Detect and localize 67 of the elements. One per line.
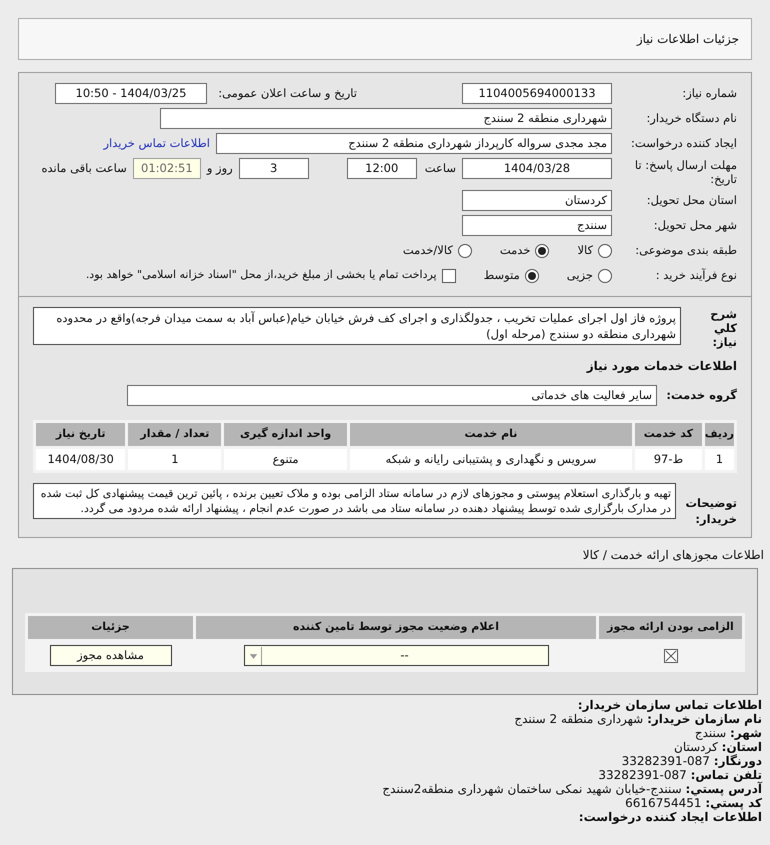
radio-button[interactable] bbox=[524, 268, 539, 282]
input-field[interactable]: 12:00 bbox=[346, 158, 417, 179]
option-label: خدمت bbox=[500, 242, 530, 259]
input-field[interactable]: 1404/03/25 - 10:50 bbox=[55, 83, 207, 104]
field-label: شهر محل تحویل: bbox=[652, 216, 737, 234]
radio-button[interactable] bbox=[535, 244, 550, 258]
column-header: ردیف bbox=[703, 422, 736, 448]
input-field[interactable]: کردستان bbox=[462, 190, 612, 211]
field-label: نام دستگاه خریدار: bbox=[645, 110, 737, 127]
field-label: ساعت باقی مانده bbox=[42, 160, 127, 177]
radio-button[interactable] bbox=[598, 268, 612, 282]
radio-button[interactable] bbox=[598, 244, 612, 258]
notes-text: تهیه و بارگذاری استعلام پیوستی و مجوزهای لازم در سامانه ستاد الزامی بوده و ملاک تعیین برنده ، پائین ترین قیمت پیشنهادی کل ثبت شده در مدارک بارگزاری شده توسط پیشنهاد دهنده در سامانه ستاد می باشد در صورت عدم انجام ، پیشنهاد ارائه شده مردود می گردد. bbox=[33, 483, 676, 519]
field-label: مهلت ارسال پاسخ: تا تاریخ: bbox=[634, 158, 737, 186]
column-header: الزامی بودن ارائه مجوز bbox=[598, 614, 744, 640]
table-cell: 1 bbox=[703, 448, 736, 472]
section-heading: اطلاعات خدمات مورد نیاز bbox=[585, 358, 737, 375]
column-header: واحد اندازه گیری bbox=[222, 422, 348, 448]
table-cell: متنوع bbox=[222, 448, 348, 472]
contact-line: اطلاعات تماس سازمان خریدار: bbox=[576, 698, 762, 712]
contact-line: آدرس پستي: سنندج-خیابان شهید نمکی ساختمان شهرداری منطقه2سنندج bbox=[381, 782, 762, 796]
column-header: تاریخ نیاز bbox=[34, 422, 127, 448]
contact-line: اطلاعات ایجاد کننده درخواست: bbox=[578, 810, 762, 824]
table-cell: سرویس و نگهداری و پشتیبانی رایانه و شبکه bbox=[348, 448, 634, 472]
option-label: متوسط bbox=[484, 266, 520, 284]
field-label: شرح کلي نیاز: bbox=[709, 307, 737, 349]
field-label: توضیحات خریدار: bbox=[684, 495, 737, 527]
field-label: روز و bbox=[206, 160, 233, 177]
column-header: کد خدمت bbox=[634, 422, 704, 448]
column-header: جزئیات bbox=[26, 614, 194, 640]
contact-link[interactable]: اطلاعات تماس خریدار bbox=[103, 134, 210, 152]
input-field[interactable]: 1104005694000133 bbox=[462, 83, 612, 104]
input-field[interactable]: سنندج bbox=[462, 215, 612, 236]
input-field[interactable]: 3 bbox=[238, 158, 309, 179]
field-label: طبقه بندی موضوعی: bbox=[634, 242, 737, 259]
status-dropdown[interactable]: -- bbox=[244, 645, 548, 666]
contact-line: شهر: سنندج bbox=[694, 726, 762, 740]
radio-button[interactable] bbox=[458, 244, 472, 258]
checkbox[interactable] bbox=[442, 268, 456, 282]
field-label: ایجاد کننده درخواست: bbox=[630, 134, 737, 152]
option-label: پرداخت تمام یا بخشی از مبلغ خرید،از محل "اسناد خزانه اسلامی" خواهد بود. bbox=[86, 267, 437, 284]
option-label: جزیی bbox=[566, 266, 593, 284]
field-label: تاریخ و ساعت اعلان عمومی: bbox=[217, 84, 357, 102]
column-header: اعلام وضعیت مجوز توسط تامین کننده bbox=[194, 614, 598, 640]
view-license-button[interactable]: مشاهده مجوز bbox=[50, 645, 172, 666]
input-field[interactable]: شهرداری منطقه 2 سنندج bbox=[160, 108, 612, 129]
field-label: شماره نیاز: bbox=[681, 84, 737, 102]
column-header: نام خدمت bbox=[348, 422, 634, 448]
title-bar: جزئیات اطلاعات نیاز bbox=[18, 18, 752, 60]
input-field[interactable]: سایر فعالیت های خدماتی bbox=[127, 385, 657, 406]
section-heading: اطلاعات مجوزهای ارائه خدمت / کالا bbox=[582, 547, 764, 564]
table-cell: ط-97 bbox=[634, 448, 704, 472]
option-label: کالا/خدمت bbox=[402, 242, 453, 259]
input-field[interactable]: 1404/03/28 bbox=[462, 158, 612, 179]
table-cell: 1 bbox=[126, 448, 223, 472]
field-label: ساعت bbox=[424, 160, 456, 177]
countdown-field: 01:02:51 bbox=[132, 158, 201, 179]
table-cell: 1404/08/30 bbox=[34, 448, 127, 472]
description-text: پروژه فاز اول اجرای عملیات تخریب ، جدولگذاری و اجرای کف فرش خیابان خیام(عباس آباد به سمت میدان فرجه)واقع در محدوده شهرداری منطقه دو سنندج (مرحله اول) bbox=[33, 307, 681, 345]
contact-line: نام سازمان خریدار: شهرداری منطقه 2 سنندج bbox=[513, 712, 762, 726]
contact-line: استان: کردستان bbox=[673, 740, 762, 754]
field-label: گروه خدمت: bbox=[665, 386, 737, 404]
field-label: نوع فرآیند خرید : bbox=[654, 266, 737, 284]
field-label: استان محل تحویل: bbox=[646, 192, 737, 209]
option-label: کالا bbox=[577, 242, 593, 259]
input-field[interactable]: مجد مجدی سرواله کارپرداز شهرداری منطقه 2 سنندج bbox=[216, 133, 612, 154]
column-header: تعداد / مقدار bbox=[126, 422, 223, 448]
